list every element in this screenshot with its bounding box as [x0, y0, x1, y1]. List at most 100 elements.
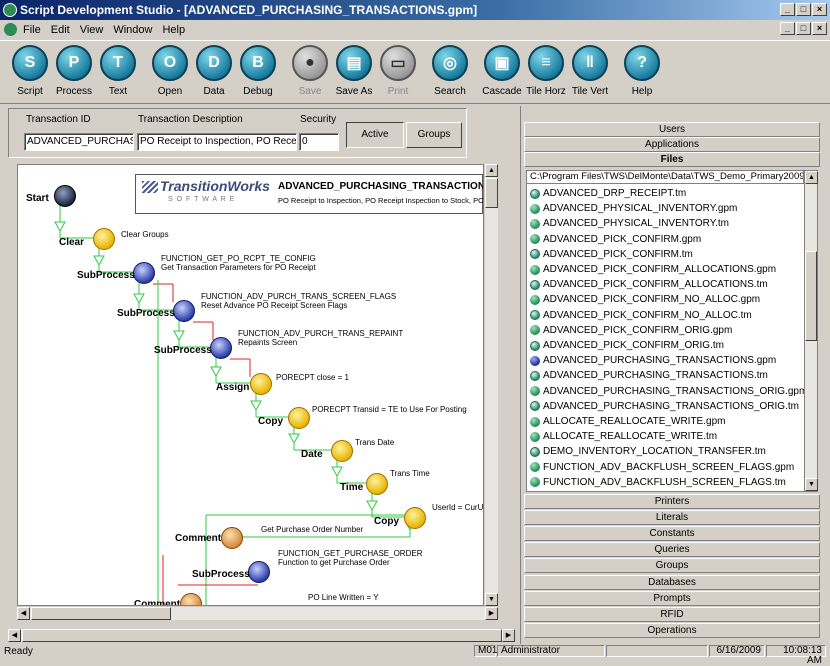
- process-node-icon[interactable]: [248, 561, 270, 583]
- scroll-thumb[interactable]: [485, 178, 498, 208]
- debug-button[interactable]: B Debug: [236, 41, 280, 103]
- file-item[interactable]: ADVANCED_PICK_CONFIRM_NO_ALLOC.gpm: [530, 292, 760, 307]
- category-databases[interactable]: Databases: [524, 574, 820, 590]
- security-field[interactable]: 0: [299, 133, 339, 151]
- menu-view[interactable]: View: [80, 24, 104, 36]
- process-node-icon[interactable]: [331, 440, 353, 462]
- process-node-icon[interactable]: [133, 262, 155, 284]
- category-users[interactable]: Users: [524, 122, 820, 137]
- file-item[interactable]: DEMO_INVENTORY_LOCATION_TRANSFER.tm: [530, 444, 766, 459]
- process-node-icon[interactable]: [404, 507, 426, 529]
- process-node-icon[interactable]: [221, 527, 243, 549]
- category-rfid[interactable]: RFID: [524, 606, 820, 622]
- mdi-restore-button[interactable]: □: [796, 22, 811, 35]
- diagram-vertical-scrollbar[interactable]: ▲ ▼: [484, 164, 498, 606]
- scroll-thumb-h[interactable]: [31, 607, 171, 620]
- tile-vert-button[interactable]: ‖ Tile Vert: [568, 41, 612, 103]
- file-scroll-thumb[interactable]: [805, 251, 817, 341]
- tile-horz-button[interactable]: ≡ Tile Horz: [524, 41, 568, 103]
- mdi-minimize-button[interactable]: _: [780, 22, 795, 35]
- file-item[interactable]: FUNCTION_ADV_BACKFLUSH_SCREEN_FLAGS.gpm: [530, 460, 794, 475]
- file-scroll-up-icon[interactable]: ▲: [805, 171, 818, 184]
- process-node-icon[interactable]: [93, 228, 115, 250]
- file-item[interactable]: ADVANCED_PICK_CONFIRM.tm: [530, 247, 693, 262]
- file-item[interactable]: ADVANCED_PURCHASING_TRANSACTIONS.tm: [530, 368, 768, 383]
- scroll-left-icon[interactable]: ◀: [17, 607, 30, 620]
- process-diagram[interactable]: TransitionWorks S O F T W A R E ADVANCED…: [17, 164, 484, 606]
- menu-file[interactable]: File: [23, 24, 41, 36]
- transaction-desc-field[interactable]: PO Receipt to Inspection, PO Receipt In: [137, 133, 297, 151]
- save-as-button[interactable]: ▤ Save As: [332, 41, 376, 103]
- file-name: DEMO_INVENTORY_LOCATION_TRANSFER.tm: [543, 446, 766, 458]
- category-constants[interactable]: Constants: [524, 526, 820, 542]
- menu-edit[interactable]: Edit: [51, 24, 70, 36]
- node-text-1: FUNCTION_GET_PURCHASE_ORDER: [278, 549, 423, 558]
- outer-scroll-right-icon[interactable]: ▶: [502, 629, 515, 642]
- file-item[interactable]: ADVANCED_PICK_CONFIRM.gpm: [530, 232, 701, 247]
- process-node-icon[interactable]: [288, 407, 310, 429]
- category-operations[interactable]: Operations: [524, 622, 820, 638]
- outer-scroll-thumb[interactable]: [22, 629, 502, 642]
- file-scroll-down-icon[interactable]: ▼: [805, 478, 818, 491]
- active-button[interactable]: Active: [346, 122, 404, 148]
- file-item[interactable]: ADVANCED_PURCHASING_TRANSACTIONS.gpm: [530, 353, 776, 368]
- flow-arrow-icon: [93, 255, 105, 267]
- category-groups[interactable]: Groups: [524, 558, 820, 574]
- file-item[interactable]: ADVANCED_PHYSICAL_INVENTORY.tm: [530, 216, 729, 231]
- maximize-button[interactable]: □: [796, 3, 811, 16]
- category-applications[interactable]: Applications: [524, 137, 820, 152]
- category-queries[interactable]: Queries: [524, 542, 820, 558]
- cascade-button[interactable]: ▣ Cascade: [480, 41, 524, 103]
- process-node-icon[interactable]: [366, 473, 388, 495]
- category-files[interactable]: Files: [524, 152, 820, 167]
- transaction-id-field[interactable]: ADVANCED_PURCHASIN: [24, 133, 134, 151]
- file-item[interactable]: ADVANCED_PHYSICAL_INVENTORY.gpm: [530, 201, 737, 216]
- file-item[interactable]: ADVANCED_PICK_CONFIRM_ORIG.gpm: [530, 323, 732, 338]
- node-label: Comment: [134, 599, 181, 606]
- menu-window[interactable]: Window: [113, 24, 152, 36]
- scroll-down-icon[interactable]: ▼: [485, 593, 498, 606]
- node-text-1: Clear Groups: [121, 230, 169, 239]
- file-item[interactable]: ADVANCED_PICK_CONFIRM_ORIG.tm: [530, 338, 724, 353]
- mdi-close-button[interactable]: ×: [812, 22, 827, 35]
- file-item[interactable]: FUNCTION_ADV_BACKFLUSH_SCREEN_FLAGS.tm: [530, 475, 786, 490]
- process-node-icon[interactable]: [173, 300, 195, 322]
- file-name: ADVANCED_PHYSICAL_INVENTORY.gpm: [543, 203, 738, 215]
- node-label: Copy: [258, 416, 283, 427]
- menu-help[interactable]: Help: [162, 24, 185, 36]
- file-item[interactable]: ADVANCED_PICK_CONFIRM_ALLOCATIONS.gpm: [530, 262, 776, 277]
- close-button[interactable]: ×: [812, 3, 827, 16]
- search-button[interactable]: ◎ Search: [428, 41, 472, 103]
- file-item[interactable]: ADVANCED_DRP_RECEIPT.tm: [530, 186, 686, 201]
- minimize-button[interactable]: _: [780, 3, 795, 16]
- file-item[interactable]: ADVANCED_PURCHASING_TRANSACTIONS_ORIG.gp…: [530, 384, 807, 399]
- process-button[interactable]: P Process: [52, 41, 96, 103]
- data-button[interactable]: D Data: [192, 41, 236, 103]
- file-item[interactable]: ADVANCED_PICK_CONFIRM_NO_ALLOC.tm: [530, 308, 752, 323]
- category-printers[interactable]: Printers: [524, 494, 820, 509]
- outer-scroll-left-icon[interactable]: ◀: [8, 629, 21, 642]
- help-button[interactable]: ? Help: [620, 41, 664, 103]
- doc-icon[interactable]: [4, 23, 17, 36]
- process-node-icon[interactable]: [210, 337, 232, 359]
- category-literals[interactable]: Literals: [524, 510, 820, 526]
- scroll-up-icon[interactable]: ▲: [485, 164, 498, 177]
- file-item[interactable]: ALLOCATE_REALLOCATE_WRITE.tm: [530, 429, 717, 444]
- node-text-1: PO Line Written = Y: [308, 593, 379, 602]
- scroll-right-icon[interactable]: ▶: [485, 607, 498, 620]
- groups-button[interactable]: Groups: [406, 122, 462, 148]
- file-list-scrollbar[interactable]: ▲ ▼: [804, 170, 818, 492]
- diagram-horizontal-scrollbar[interactable]: ◀ ▶: [17, 606, 498, 620]
- file-name: ADVANCED_PURCHASING_TRANSACTIONS_ORIG.tm: [543, 400, 799, 412]
- process-node-icon[interactable]: [250, 373, 272, 395]
- file-item[interactable]: ALLOCATE_REALLOCATE_WRITE.gpm: [530, 414, 725, 429]
- open-button[interactable]: O Open: [148, 41, 192, 103]
- category-prompts[interactable]: Prompts: [524, 590, 820, 606]
- outer-horizontal-scrollbar[interactable]: ◀ ▶: [8, 628, 515, 642]
- file-item[interactable]: ADVANCED_PURCHASING_TRANSACTIONS_ORIG.tm: [530, 399, 799, 414]
- file-item[interactable]: ADVANCED_PICK_CONFIRM_ALLOCATIONS.tm: [530, 277, 768, 292]
- process-node-icon[interactable]: [54, 185, 76, 207]
- node-label: Comment: [175, 533, 222, 544]
- text-button[interactable]: T Text: [96, 41, 140, 103]
- script-button[interactable]: S Script: [8, 41, 52, 103]
